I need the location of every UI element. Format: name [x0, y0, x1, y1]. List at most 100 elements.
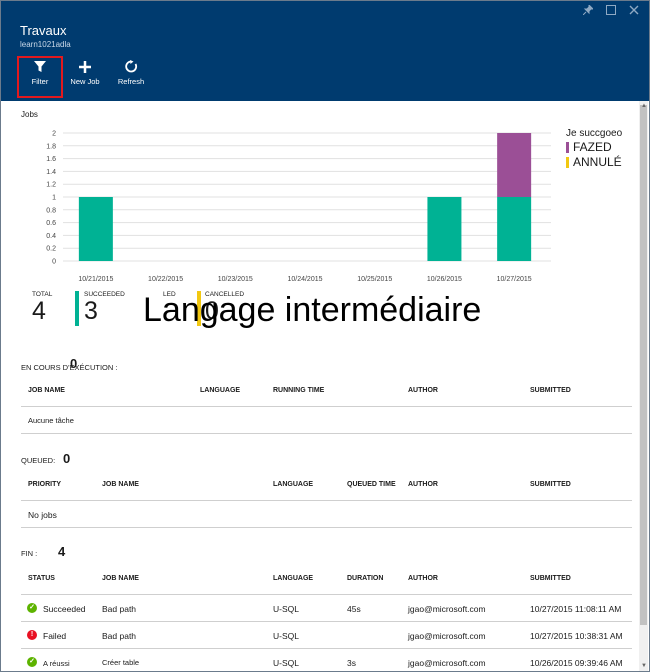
x-tick-label: 10/23/2015	[218, 276, 253, 283]
job-author: jgao@microsoft.com	[408, 658, 486, 668]
y-tick-label: 1.2	[46, 182, 56, 189]
job-status: Failed	[43, 631, 67, 641]
col-header[interactable]: AUTHOR	[408, 575, 438, 582]
divider	[21, 500, 632, 501]
col-header[interactable]: QUEUED TIME	[347, 481, 396, 488]
scroll-up-icon[interactable]: ▲	[641, 103, 647, 109]
job-submitted: 10/26/2015 09:39:46 AM	[530, 658, 623, 668]
finished-count: 4	[58, 544, 66, 559]
x-tick-label: 10/27/2015	[497, 276, 532, 283]
y-tick-label: 0.6	[46, 220, 56, 227]
x-tick-label: 10/24/2015	[287, 276, 322, 283]
chart-bar	[497, 133, 532, 197]
y-tick-label: 2	[52, 131, 56, 138]
blade-header: Travaux learn1021adla Filter New Job Ref…	[1, 1, 649, 101]
y-tick-label: 1.4	[46, 169, 56, 176]
chart-bar	[427, 197, 462, 261]
jobs-blade: Travaux learn1021adla Filter New Job Ref…	[0, 0, 650, 672]
scroll-down-icon[interactable]: ▼	[641, 663, 647, 669]
filter-highlight	[17, 56, 63, 98]
job-name[interactable]: Créer table	[102, 658, 139, 667]
running-empty: Aucune tâche	[28, 416, 74, 425]
divider	[21, 406, 632, 407]
divider	[21, 527, 632, 528]
col-header[interactable]: DURATION	[347, 575, 383, 582]
divider	[21, 433, 632, 434]
col-header[interactable]: LANGUAGE	[200, 387, 240, 394]
jobs-chart-label: Jobs	[21, 110, 38, 119]
error-circle-icon: !	[27, 630, 37, 640]
blade-subtitle: learn1021adla	[20, 40, 71, 49]
queued-count: 0	[63, 451, 71, 466]
legend-label: ANNULÉ	[573, 155, 622, 169]
stat-total-value: 4	[32, 297, 46, 325]
job-author: jgao@microsoft.com	[408, 631, 486, 641]
scrollbar-thumb[interactable]	[640, 105, 647, 625]
col-header[interactable]: SUBMITTED	[530, 481, 571, 488]
legend-label: FAZED	[573, 140, 612, 154]
col-header[interactable]: PRIORITY	[28, 481, 61, 488]
col-header[interactable]: JOB NAME	[102, 481, 139, 488]
maximize-icon[interactable]	[606, 5, 616, 18]
close-icon[interactable]	[629, 5, 639, 18]
job-duration: 45s	[347, 604, 361, 614]
job-language: U-SQL	[273, 658, 299, 668]
queued-empty: No jobs	[28, 510, 57, 520]
running-count: 0	[70, 356, 78, 371]
legend-title: Je succgoeo	[566, 128, 623, 139]
job-submitted: 10/27/2015 10:38:31 AM	[530, 631, 623, 641]
col-header[interactable]: JOB NAME	[102, 575, 139, 582]
succeeded-marker	[75, 291, 79, 326]
plus-icon	[62, 56, 108, 76]
refresh-label: Refresh	[117, 77, 145, 86]
pin-icon[interactable]	[582, 3, 595, 18]
col-header[interactable]: AUTHOR	[408, 387, 438, 394]
check-circle-icon: ✓	[27, 603, 37, 613]
x-tick-label: 10/25/2015	[357, 276, 392, 283]
y-tick-label: 0	[52, 259, 56, 266]
y-tick-label: 1	[52, 195, 56, 202]
divider	[21, 648, 632, 649]
job-status: A réussi	[43, 659, 70, 668]
x-tick-label: 10/26/2015	[427, 276, 462, 283]
col-header[interactable]: SUBMITTED	[530, 387, 571, 394]
y-tick-label: 0.8	[46, 207, 56, 214]
x-tick-label: 10/22/2015	[148, 276, 183, 283]
job-submitted: 10/27/2015 11:08:11 AM	[530, 604, 622, 614]
refresh-icon	[108, 56, 154, 76]
legend-swatch	[566, 142, 569, 153]
job-name[interactable]: Bad path	[102, 604, 136, 614]
col-header[interactable]: STATUS	[28, 575, 55, 582]
stat-succeeded-label: SUCCEEDED	[84, 291, 125, 298]
stat-succeeded[interactable]: SUCCEEDED 3	[75, 291, 125, 326]
col-header[interactable]: JOB NAME	[28, 387, 65, 394]
y-tick-label: 0.4	[46, 233, 56, 240]
chart-bar	[78, 197, 113, 261]
stat-total[interactable]: TOTAL 4	[32, 291, 52, 324]
col-header[interactable]: SUBMITTED	[530, 575, 571, 582]
y-tick-label: 0.2	[46, 246, 56, 253]
col-header[interactable]: RUNNING TIME	[273, 387, 324, 394]
job-status: Succeeded	[43, 604, 86, 614]
queued-section-label: QUEUED:	[21, 456, 56, 465]
legend-item-fazed: FAZED	[566, 140, 622, 154]
overlay-caption: Langage intermédiaire	[143, 291, 482, 329]
blade-title: Travaux	[20, 23, 67, 38]
stat-succeeded-value: 3	[84, 297, 98, 325]
x-tick-label: 10/21/2015	[78, 276, 113, 283]
refresh-button[interactable]: Refresh	[108, 56, 154, 98]
y-tick-label: 1.8	[46, 143, 56, 150]
legend-swatch	[566, 157, 569, 168]
job-name[interactable]: Bad path	[102, 631, 136, 641]
vertical-scrollbar[interactable]	[639, 101, 648, 671]
col-header[interactable]: LANGUAGE	[273, 575, 313, 582]
chart-bar	[497, 197, 532, 261]
legend-item-annule: ANNULÉ	[566, 155, 622, 169]
new-job-label: New Job	[70, 77, 100, 86]
job-duration: 3s	[347, 658, 356, 668]
job-language: U-SQL	[273, 604, 299, 614]
col-header[interactable]: LANGUAGE	[273, 481, 313, 488]
col-header[interactable]: AUTHOR	[408, 481, 438, 488]
new-job-button[interactable]: New Job	[62, 56, 108, 98]
check-circle-icon: ✓	[27, 657, 37, 667]
